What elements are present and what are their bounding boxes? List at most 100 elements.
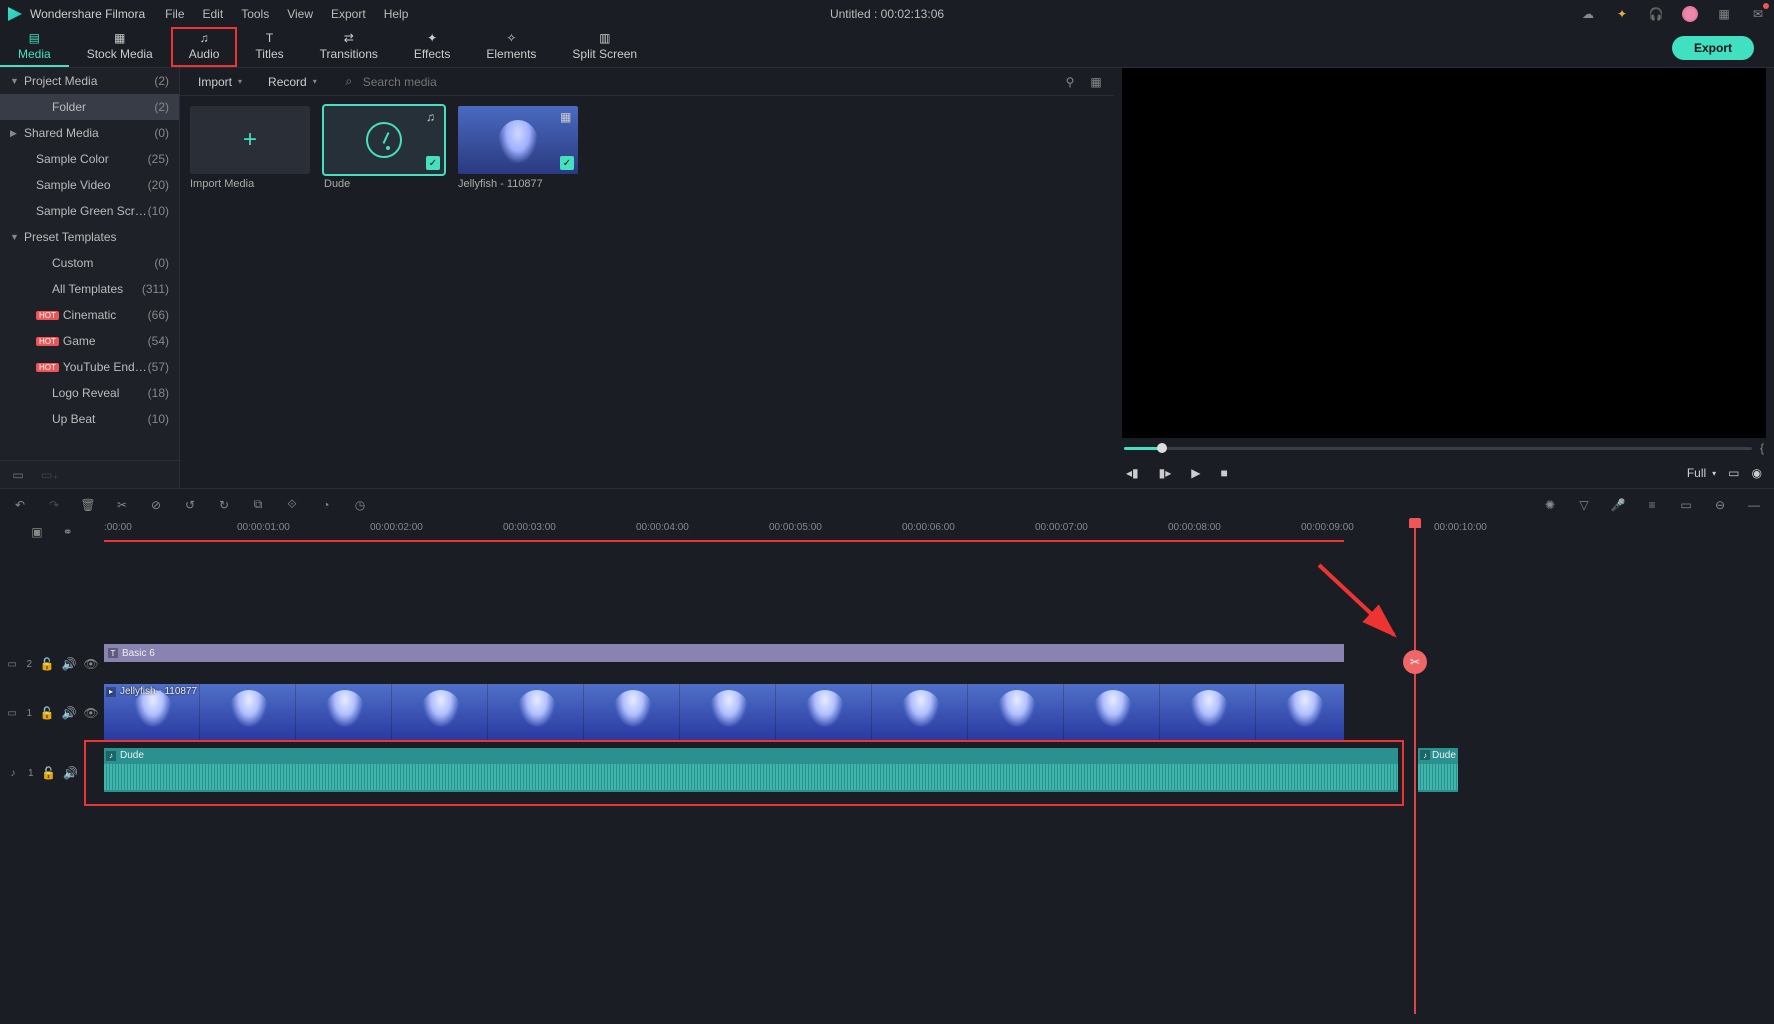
sidebar-item-cinematic[interactable]: HOTCinematic(66) <box>0 302 179 328</box>
sidebar-item-shared-media[interactable]: ▶Shared Media(0) <box>0 120 179 146</box>
sidebar-item-label: All Templates <box>52 282 142 296</box>
export-button[interactable]: Export <box>1672 36 1754 60</box>
thumb-dude[interactable]: ♫✓ Dude <box>324 106 444 478</box>
menu-file[interactable]: File <box>165 7 184 21</box>
next-frame-icon[interactable]: ▮▸ <box>1159 466 1172 480</box>
lock-icon[interactable]: 🔓 <box>40 706 54 720</box>
marker-icon[interactable]: ▽ <box>1576 497 1592 513</box>
greenscreen-icon[interactable]: ◷ <box>352 497 368 513</box>
prev-frame-icon[interactable]: ◂▮ <box>1126 466 1139 480</box>
quality-dropdown[interactable]: Full▾ <box>1687 466 1716 480</box>
tab-titles[interactable]: TTitles <box>237 27 301 67</box>
sidebar-item-up-beat[interactable]: Up Beat(10) <box>0 406 179 432</box>
eye-icon[interactable]: 👁 <box>84 706 98 720</box>
menu-view[interactable]: View <box>287 7 313 21</box>
thumb-jellyfish-110877[interactable]: ▦✓ Jellyfish - 110877 <box>458 106 578 478</box>
crop-icon[interactable]: ⧉ <box>250 497 266 513</box>
thumb-label: Jellyfish - 110877 <box>458 178 578 190</box>
sidebar-item-preset-templates[interactable]: ▼Preset Templates <box>0 224 179 250</box>
ruler-tick: 00:00:01:00 <box>237 522 290 533</box>
audio-clip[interactable]: ♪ Dude <box>104 748 1398 792</box>
new-folder-icon[interactable]: ▭₊ <box>42 467 58 483</box>
playhead[interactable]: ✂ <box>1414 520 1416 1014</box>
thumb-box[interactable]: ♫✓ <box>324 106 444 174</box>
sidebar-collapse[interactable]: ◂ <box>179 268 180 288</box>
lock-icon[interactable]: 🔓 <box>42 766 56 780</box>
menu-tools[interactable]: Tools <box>241 7 269 21</box>
sparkle-icon[interactable]: ✦ <box>1614 6 1630 22</box>
redo-icon[interactable]: ↷ <box>46 497 62 513</box>
tab-audio[interactable]: ♫Audio <box>171 27 238 67</box>
tab-effects[interactable]: ✦Effects <box>396 27 468 67</box>
sidebar-item-folder[interactable]: Folder(2) <box>0 94 179 120</box>
menu-edit[interactable]: Edit <box>203 7 224 21</box>
folder-icon[interactable]: ▭ <box>10 467 26 483</box>
title-clip[interactable]: T Basic 6 <box>104 644 1344 662</box>
display-icon[interactable]: ▭ <box>1728 466 1739 480</box>
render-icon[interactable]: ✺ <box>1542 497 1558 513</box>
tab-elements[interactable]: ✧Elements <box>468 27 554 67</box>
search-input[interactable] <box>363 75 1046 89</box>
menu-export[interactable]: Export <box>331 7 366 21</box>
sidebar-item-sample-green-scre-[interactable]: Sample Green Scre...(10) <box>0 198 179 224</box>
thumb-import-media[interactable]: +Import Media <box>190 106 310 478</box>
progress-slider[interactable] <box>1124 447 1752 450</box>
sidebar-item-game[interactable]: HOTGame(54) <box>0 328 179 354</box>
sidebar-item-sample-color[interactable]: Sample Color(25) <box>0 146 179 172</box>
save-icon[interactable]: ▦ <box>1716 6 1732 22</box>
play-icon[interactable]: ▶ <box>1191 466 1200 480</box>
audio-clip-2[interactable]: ♪Dude <box>1418 748 1458 792</box>
undo-icon[interactable]: ↶ <box>12 497 28 513</box>
grid-view-icon[interactable]: ▦ <box>1088 74 1104 90</box>
chevron-icon: ▶ <box>10 128 20 139</box>
record-dropdown[interactable]: Record▾ <box>260 73 325 91</box>
color-icon[interactable]: ◔ <box>318 497 334 513</box>
thumb-label: Dude <box>324 178 444 190</box>
avatar[interactable] <box>1682 6 1698 22</box>
zoom-out-icon[interactable]: ⊖ <box>1712 497 1728 513</box>
speed-down-icon[interactable]: ↺ <box>182 497 198 513</box>
sidebar-item-count: (20) <box>148 178 169 192</box>
tab-transitions[interactable]: ⇄Transitions <box>302 27 396 67</box>
sidebar-item-youtube-endscr-[interactable]: HOTYouTube Endscr...(57) <box>0 354 179 380</box>
speed-up-icon[interactable]: ↻ <box>216 497 232 513</box>
lock-icon[interactable]: 🔓 <box>40 657 54 671</box>
select-all-icon[interactable]: ▣ <box>31 525 42 539</box>
snapshot-icon[interactable]: ◉ <box>1752 466 1762 480</box>
zoom-slider-icon[interactable]: — <box>1746 497 1762 513</box>
sidebar-item-project-media[interactable]: ▼Project Media(2) <box>0 68 179 94</box>
voiceover-icon[interactable]: 🎤 <box>1610 497 1626 513</box>
sidebar-item-all-templates[interactable]: All Templates(311) <box>0 276 179 302</box>
mute-icon[interactable]: 🔊 <box>64 766 78 780</box>
audio-adj-icon[interactable]: ▭ <box>1678 497 1694 513</box>
tab-split-screen[interactable]: ▥Split Screen <box>554 27 655 67</box>
menu-help[interactable]: Help <box>384 7 409 21</box>
eye-icon[interactable]: 👁 <box>84 657 98 671</box>
sidebar-item-sample-video[interactable]: Sample Video(20) <box>0 172 179 198</box>
sidebar-item-custom[interactable]: Custom(0) <box>0 250 179 276</box>
headphones-icon[interactable]: 🎧 <box>1648 6 1664 22</box>
import-dropdown[interactable]: Import▾ <box>190 73 250 91</box>
delete-icon[interactable]: 🗑 <box>80 497 96 513</box>
video-clip[interactable]: ▸ Jellyfish - 110877 <box>104 684 1344 742</box>
mixer-icon[interactable]: ≡ <box>1644 497 1660 513</box>
prohibit-icon[interactable]: ⊘ <box>148 497 164 513</box>
message-icon[interactable]: ✉ <box>1750 6 1766 22</box>
mute-icon[interactable]: 🔊 <box>62 657 76 671</box>
cut-icon[interactable]: ✂ <box>114 497 130 513</box>
tab-stock-media[interactable]: ▦Stock Media <box>69 27 171 67</box>
ruler-range-line <box>104 540 1344 542</box>
stop-icon[interactable]: ■ <box>1221 466 1228 480</box>
adjust-icon[interactable]: ⟐ <box>284 497 300 513</box>
cloud-icon[interactable]: ☁ <box>1580 6 1596 22</box>
sidebar-item-logo-reveal[interactable]: Logo Reveal(18) <box>0 380 179 406</box>
ruler[interactable]: ✂ :00:0000:00:01:0000:00:02:0000:00:03:0… <box>104 520 1774 544</box>
tab-media[interactable]: ▤Media <box>0 27 69 67</box>
thumb-box[interactable]: ▦✓ <box>458 106 578 174</box>
mute-icon[interactable]: 🔊 <box>62 706 76 720</box>
thumb-box[interactable]: + <box>190 106 310 174</box>
filter-icon[interactable]: ⚲ <box>1062 74 1078 90</box>
scissors-icon[interactable]: ✂ <box>1403 650 1427 674</box>
link-icon[interactable]: ⚭ <box>63 525 73 539</box>
video-clip-icon: ▸ <box>106 687 116 697</box>
